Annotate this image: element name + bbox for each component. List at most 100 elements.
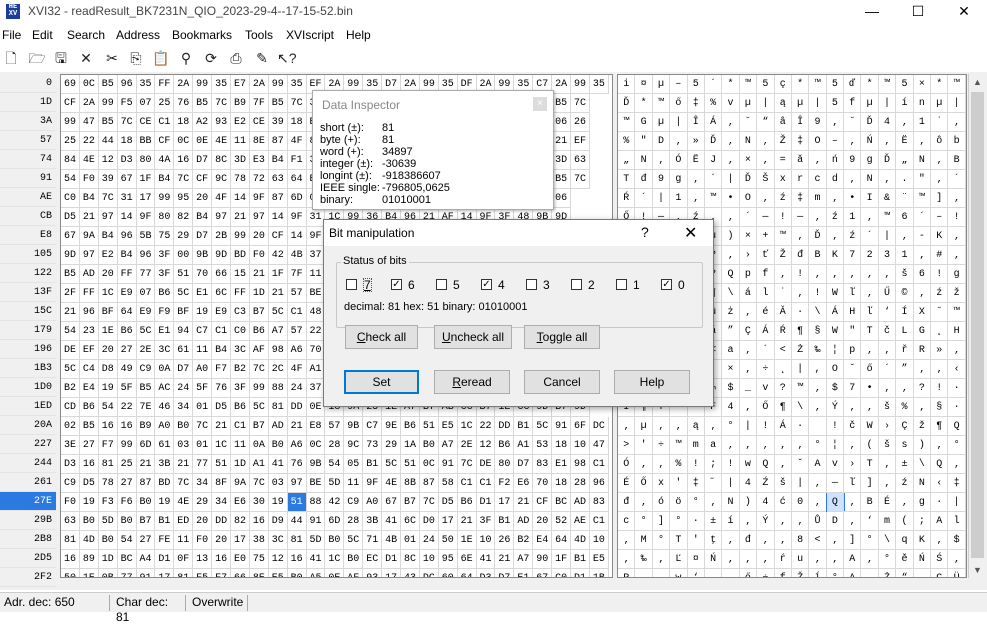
hex-byte[interactable]: 44 xyxy=(99,132,118,151)
hex-byte[interactable]: 67 xyxy=(382,493,401,512)
text-char[interactable]: ‚ xyxy=(705,417,722,436)
text-char[interactable]: ‚ xyxy=(809,379,826,398)
text-char[interactable]: 6 xyxy=(896,208,913,227)
text-char[interactable]: × xyxy=(740,227,757,246)
hex-byte[interactable]: B2 xyxy=(231,360,250,379)
hex-byte[interactable]: 81 xyxy=(269,398,288,417)
hex-byte[interactable]: B5 xyxy=(99,75,118,94)
hex-byte[interactable]: E7 xyxy=(231,75,250,94)
hex-byte[interactable]: 21 xyxy=(495,550,514,569)
text-char[interactable]: ” xyxy=(722,322,739,341)
hex-byte[interactable]: D0 xyxy=(420,512,439,531)
text-char[interactable]: ‚ xyxy=(705,569,722,578)
text-char[interactable]: f xyxy=(844,94,861,113)
hex-byte[interactable]: 7C xyxy=(212,94,231,113)
hex-byte[interactable]: 7C xyxy=(571,94,590,113)
text-char[interactable]: ć xyxy=(775,493,792,512)
text-char[interactable]: » xyxy=(688,132,705,151)
hex-byte[interactable]: 54 xyxy=(99,398,118,417)
hex-byte[interactable]: AD xyxy=(269,417,288,436)
hex-byte[interactable]: B5 xyxy=(193,94,212,113)
hex-byte[interactable]: 0C xyxy=(307,436,326,455)
text-char[interactable]: ‚ xyxy=(775,436,792,455)
text-char[interactable]: ¤ xyxy=(635,75,652,94)
text-char[interactable]: | xyxy=(948,493,965,512)
hex-byte[interactable]: B0 xyxy=(420,436,439,455)
hex-byte[interactable]: 6F xyxy=(571,417,590,436)
text-char[interactable]: ô xyxy=(931,132,948,151)
hex-byte[interactable]: 76 xyxy=(174,94,193,113)
find-icon[interactable]: ⚲ xyxy=(177,49,195,67)
text-char[interactable]: ‚ xyxy=(740,360,757,379)
text-char[interactable]: \ xyxy=(722,284,739,303)
text-char[interactable]: – xyxy=(827,132,844,151)
text-char[interactable]: “ xyxy=(757,113,774,132)
hex-byte[interactable]: 20 xyxy=(193,189,212,208)
hex-byte[interactable]: 07 xyxy=(137,284,156,303)
hex-byte[interactable]: 28 xyxy=(571,474,590,493)
hex-byte[interactable]: D5 xyxy=(439,493,458,512)
hex-byte[interactable]: 95 xyxy=(174,189,193,208)
menu-bookmarks[interactable]: Bookmarks xyxy=(172,28,232,42)
hex-byte[interactable]: 66 xyxy=(212,265,231,284)
hex-byte[interactable]: CF xyxy=(61,94,80,113)
text-char[interactable]: Ż xyxy=(879,569,896,578)
hex-byte[interactable]: 7C xyxy=(174,474,193,493)
text-char[interactable]: µ xyxy=(635,417,652,436)
text-char[interactable]: ‘ xyxy=(879,303,896,322)
hex-byte[interactable]: E2 xyxy=(99,246,118,265)
text-char[interactable]: | xyxy=(740,417,757,436)
hex-byte[interactable]: 61 xyxy=(155,436,174,455)
hex-byte[interactable]: 22 xyxy=(118,398,137,417)
hex-byte[interactable]: BF xyxy=(174,303,193,322)
text-char[interactable]: ‚ xyxy=(948,227,965,246)
hex-byte[interactable]: 54 xyxy=(61,170,80,189)
text-char[interactable]: ‚ xyxy=(827,189,844,208)
text-char[interactable]: ‚ xyxy=(914,246,931,265)
hex-byte[interactable]: AD xyxy=(80,265,99,284)
text-char[interactable]: ‚ xyxy=(948,189,965,208)
hex-byte[interactable]: E5 xyxy=(439,417,458,436)
text-char[interactable]: ° xyxy=(635,512,652,531)
text-char[interactable]: v xyxy=(722,94,739,113)
text-char[interactable]: ‚ xyxy=(722,208,739,227)
text-char[interactable]: ‚ xyxy=(931,170,948,189)
text-char[interactable]: ą xyxy=(775,94,792,113)
text-char[interactable]: \ xyxy=(914,455,931,474)
text-char[interactable]: ‚ xyxy=(722,531,739,550)
text-char[interactable]: ™ xyxy=(653,94,670,113)
hex-byte[interactable]: 7F xyxy=(250,94,269,113)
hex-byte[interactable]: 7C xyxy=(250,474,269,493)
text-char[interactable]: ‚ xyxy=(931,436,948,455)
hex-byte[interactable]: 19 xyxy=(99,379,118,398)
text-char[interactable]: › xyxy=(879,417,896,436)
hex-byte[interactable]: C1 xyxy=(212,322,231,341)
hex-byte[interactable]: E9 xyxy=(137,303,156,322)
text-char[interactable]: ) xyxy=(740,493,757,512)
hex-byte[interactable]: C0 xyxy=(61,189,80,208)
text-char[interactable]: ™ xyxy=(618,113,635,132)
hex-byte[interactable]: B0 xyxy=(325,531,344,550)
hex-byte[interactable]: 02 xyxy=(61,417,80,436)
hex-byte[interactable]: 97 xyxy=(288,474,307,493)
hex-byte[interactable]: AC xyxy=(155,379,174,398)
text-char[interactable]: | xyxy=(879,94,896,113)
hex-byte[interactable]: A2 xyxy=(193,113,212,132)
hex-byte[interactable]: 2B xyxy=(212,227,231,246)
hex-byte[interactable]: 5C xyxy=(137,322,156,341)
text-char[interactable]: ‚ xyxy=(931,360,948,379)
text-char[interactable]: T xyxy=(861,322,878,341)
text-char[interactable]: ° xyxy=(809,436,826,455)
hex-byte[interactable]: CF xyxy=(269,227,288,246)
hex-byte[interactable]: D5 xyxy=(80,474,99,493)
hex-byte[interactable]: 01 xyxy=(193,436,212,455)
text-char[interactable]: J xyxy=(705,151,722,170)
text-char[interactable]: ] xyxy=(844,531,861,550)
text-char[interactable]: µ xyxy=(792,94,809,113)
text-char[interactable]: Á xyxy=(705,113,722,132)
hex-byte[interactable]: 5C xyxy=(250,398,269,417)
text-char[interactable]: ź xyxy=(827,208,844,227)
text-char[interactable]: Ő xyxy=(635,474,652,493)
text-char[interactable]: ç xyxy=(775,75,792,94)
hex-byte[interactable]: 9B xyxy=(344,417,363,436)
